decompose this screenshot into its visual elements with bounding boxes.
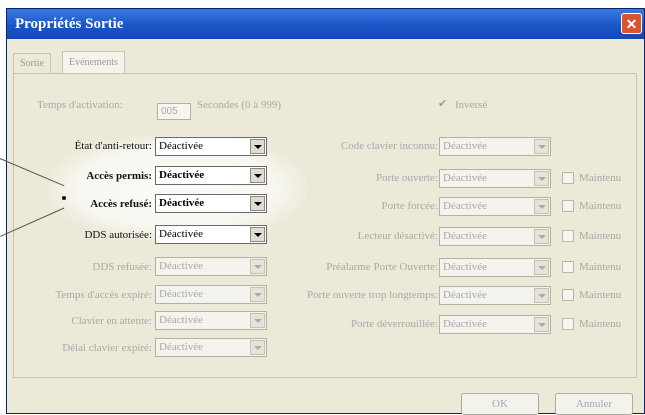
reader-disabled-label: Lecteur désactivé: <box>357 230 438 242</box>
activation-time-label: Temps d'activation: <box>37 99 123 111</box>
maintain-label: Maintenu <box>579 289 622 301</box>
access-granted-label: Accès permis: <box>86 170 152 182</box>
maintain-label: Maintenu <box>579 200 622 212</box>
unknown-keypad-code-label: Code clavier inconnu: <box>340 140 438 152</box>
dds-refused-label: DDS refusée: <box>92 261 152 273</box>
maintain-label: Maintenu <box>579 318 622 330</box>
leader-dot <box>62 196 66 200</box>
anti-passback-select[interactable]: Déactivée <box>155 137 267 156</box>
maintain-checkbox-prealarm[interactable] <box>562 261 574 273</box>
door-forced-select[interactable]: Déactivée <box>439 197 551 216</box>
door-open-label: Porte ouverte: <box>375 172 438 184</box>
chevron-down-icon[interactable] <box>250 259 265 274</box>
activation-time-input[interactable]: 005 <box>157 103 191 120</box>
reader-disabled-select[interactable]: Déactivée <box>439 227 551 246</box>
chevron-down-icon[interactable] <box>250 340 265 355</box>
inverse-checkbox-label: Inversé <box>455 99 488 111</box>
access-denied-label: Accès refusé: <box>90 198 152 210</box>
maintain-checkbox-door-forced[interactable] <box>562 200 574 212</box>
chevron-down-icon[interactable] <box>534 317 549 332</box>
maintain-label: Maintenu <box>579 230 622 242</box>
keypad-timeout-label: Délai clavier expiré: <box>62 342 152 354</box>
access-granted-select[interactable]: Déactivée <box>155 166 267 185</box>
maintain-checkbox-unlocked[interactable] <box>562 318 574 330</box>
chevron-down-icon[interactable] <box>534 199 549 214</box>
door-open-too-long-select[interactable]: Déactivée <box>439 286 551 305</box>
ok-button[interactable]: OK <box>461 393 539 415</box>
chevron-down-icon[interactable] <box>250 287 265 302</box>
door-forced-label: Porte forcée: <box>381 200 439 212</box>
chevron-down-icon[interactable] <box>250 168 265 183</box>
maintain-checkbox-reader-disabled[interactable] <box>562 230 574 242</box>
properties-dialog: Propriétés Sortie ✕ Sortie Evénements Te… <box>6 8 645 415</box>
chevron-down-icon[interactable] <box>534 171 549 186</box>
dds-authorized-select[interactable]: Déactivée <box>155 225 267 244</box>
check-mark-icon: ✔ <box>438 98 448 110</box>
chevron-down-icon[interactable] <box>534 139 549 154</box>
door-open-prealarm-select[interactable]: Déactivée <box>439 258 551 277</box>
window-title: Propriétés Sortie <box>15 16 124 32</box>
access-denied-select[interactable]: Déactivée <box>155 194 267 213</box>
keypad-waiting-label: Clavier en attente: <box>71 315 152 327</box>
chevron-down-icon[interactable] <box>534 288 549 303</box>
access-time-expired-label: Temps d'accès expiré: <box>55 289 152 301</box>
dds-refused-select[interactable]: Déactivée <box>155 257 267 276</box>
dds-authorized-label: DDS autorisée: <box>84 229 152 241</box>
close-button[interactable]: ✕ <box>621 13 642 34</box>
chevron-down-icon[interactable] <box>534 229 549 244</box>
anti-passback-label: État d'anti-retour: <box>74 140 152 152</box>
door-unlocked-label: Porte déverrouillée: <box>350 318 438 330</box>
chevron-down-icon[interactable] <box>250 313 265 328</box>
tab-evenements[interactable]: Evénements <box>62 51 125 74</box>
maintain-checkbox-too-long[interactable] <box>562 289 574 301</box>
title-bar[interactable]: Propriétés Sortie ✕ <box>7 9 644 39</box>
inverse-checkbox[interactable]: ✔ <box>438 98 450 111</box>
cancel-button[interactable]: Annuler <box>555 393 633 415</box>
door-open-prealarm-label: Préalarme Porte Ouverte: <box>326 261 438 273</box>
activation-units-label: Secondes (0 à 999) <box>197 99 282 111</box>
maintain-checkbox-door-open[interactable] <box>562 172 574 184</box>
maintain-label: Maintenu <box>579 261 622 273</box>
chevron-down-icon[interactable] <box>250 196 265 211</box>
door-unlocked-select[interactable]: Déactivée <box>439 315 551 334</box>
access-time-expired-select[interactable]: Déactivée <box>155 285 267 304</box>
chevron-down-icon[interactable] <box>534 260 549 275</box>
door-open-too-long-label: Porte ouverte trop longtemps: <box>306 289 438 301</box>
door-open-select[interactable]: Déactivée <box>439 169 551 188</box>
chevron-down-icon[interactable] <box>250 227 265 242</box>
tab-sortie[interactable]: Sortie <box>13 53 51 74</box>
chevron-down-icon[interactable] <box>250 139 265 154</box>
keypad-timeout-select[interactable]: Déactivée <box>155 338 267 357</box>
keypad-waiting-select[interactable]: Déactivée <box>155 311 267 330</box>
maintain-label: Maintenu <box>579 172 622 184</box>
unknown-keypad-code-select[interactable]: Déactivée <box>439 137 551 156</box>
